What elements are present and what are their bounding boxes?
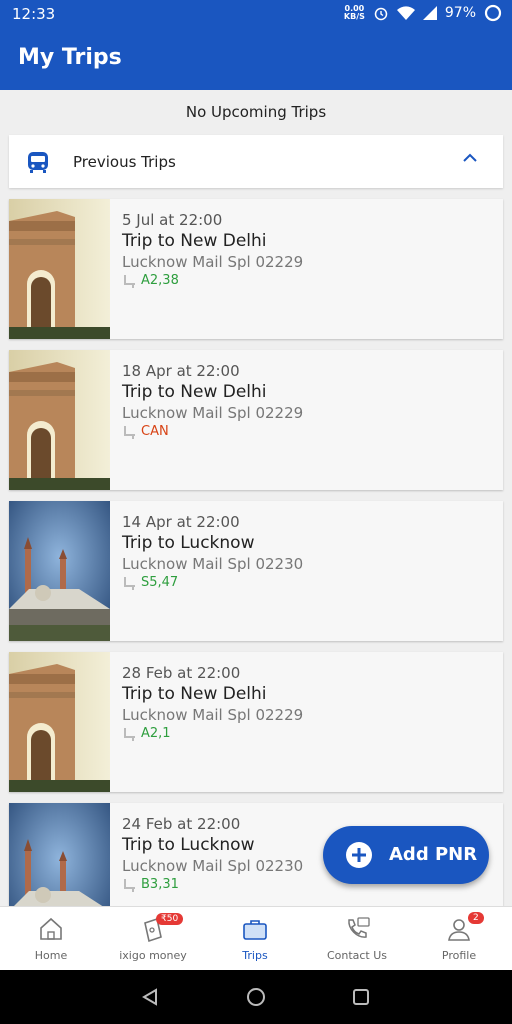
suitcase-icon [243,920,267,940]
money-badge: ₹50 [156,913,184,925]
trip-title: Trip to New Delhi [122,684,267,704]
home-icon [40,917,62,940]
network-speed: 0.00 KB/S [343,4,365,21]
bus-icon [28,152,48,173]
home-circle-icon[interactable] [246,987,266,1007]
trip-title: Trip to Lucknow [122,533,255,553]
train-name: Lucknow Mail Spl 02230 [122,555,304,573]
train-name: Lucknow Mail Spl 02229 [122,706,304,724]
system-navigation-bar [0,970,512,1024]
no-upcoming-trips-message: No Upcoming Trips [185,103,327,121]
nav-profile-label: Profile [441,949,477,962]
battery-ring-icon [484,4,502,22]
trip-date: 5 Jul at 22:00 [122,211,223,229]
battery-level: 97% [444,5,476,21]
phone-icon [348,917,370,938]
seat-number: S5,47 [141,575,179,590]
plus-circle-icon [346,842,372,868]
wifi-icon [396,6,415,20]
nav-contact-us[interactable]: Contact Us [306,907,408,971]
nav-money-label: ixigo money [119,949,187,962]
nav-trips[interactable]: Trips [204,907,306,971]
status-time: 12:33 [12,5,56,23]
seat-icon [124,879,135,892]
signal-icon [422,6,437,20]
train-name: Lucknow Mail Spl 02229 [122,253,304,271]
nav-trips-label: Trips [242,949,268,962]
trip-title: Trip to New Delhi [122,231,267,251]
status-icons: 0.00 KB/S 97% [344,4,502,22]
train-name: Lucknow Mail Spl 02229 [122,404,304,422]
seat-number: B3,31 [141,877,179,892]
recents-icon[interactable] [352,988,370,1006]
back-icon[interactable] [141,988,159,1006]
chevron-up-icon[interactable] [463,153,477,163]
india-gate-image [9,350,110,490]
seat-icon [124,577,135,590]
seat-icon [124,426,135,439]
nav-ixigo-money[interactable]: ₹50 ixigo money [102,907,204,971]
seat-icon [124,728,135,741]
bottom-navigation: Home ₹50 ixigo money Trips Contact Us 2 … [0,906,512,971]
add-pnr-label: Add PNR [389,844,478,865]
trip-date: 18 Apr at 22:00 [122,362,240,380]
trip-date: 24 Feb at 22:00 [122,815,241,833]
alarm-icon [374,7,388,21]
nav-home-label: Home [34,949,68,962]
page-title: My Trips [18,45,122,70]
trip-card[interactable]: 18 Apr at 22:00 Trip to New Delhi Luckno… [9,350,503,490]
trip-date: 28 Feb at 22:00 [122,664,241,682]
nav-home[interactable]: Home [0,907,102,971]
nav-contact-label: Contact Us [326,949,388,962]
trip-title: Trip to New Delhi [122,382,267,402]
profile-badge: 2 [468,912,484,924]
seat-number: A2,38 [141,273,179,288]
add-pnr-button[interactable]: Add PNR [323,826,489,884]
previous-trips-label: Previous Trips [73,153,176,171]
trip-title: Trip to Lucknow [122,835,255,855]
nav-profile[interactable]: 2 Profile [408,907,510,971]
india-gate-image [9,199,110,339]
lucknow-monument-image [9,803,110,906]
seat-number: A2,1 [141,726,171,741]
india-gate-image [9,652,110,792]
trip-card[interactable]: 5 Jul at 22:00 Trip to New Delhi Lucknow… [9,199,503,339]
trip-card[interactable]: 28 Feb at 22:00 Trip to New Delhi Luckno… [9,652,503,792]
lucknow-monument-image [9,501,110,641]
status-bar: 12:33 0.00 KB/S 97% [0,0,512,28]
seat-icon [124,275,135,288]
train-name: Lucknow Mail Spl 02230 [122,857,304,875]
seat-status-cancelled: CAN [141,424,169,439]
trip-card[interactable]: 14 Apr at 22:00 Trip to Lucknow Lucknow … [9,501,503,641]
trip-date: 14 Apr at 22:00 [122,513,240,531]
app-bar: My Trips [0,28,512,90]
previous-trips-header[interactable]: Previous Trips [9,135,503,188]
